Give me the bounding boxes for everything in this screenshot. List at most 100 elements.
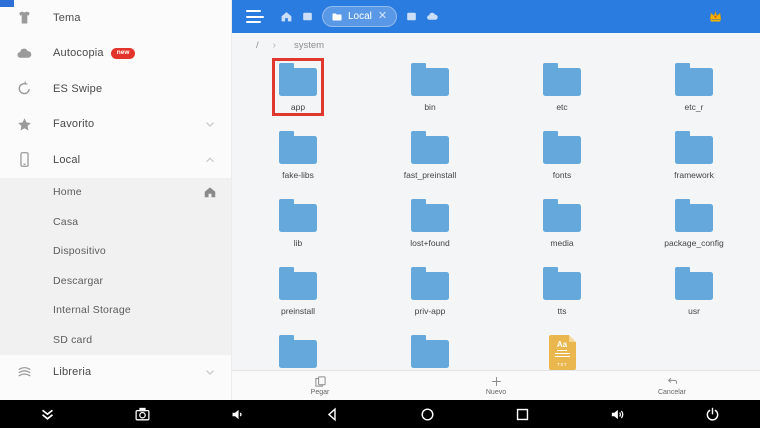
folder-icon <box>279 68 317 96</box>
item-label: framework <box>674 170 714 180</box>
folder-item-etc-r[interactable]: etc_r <box>628 57 760 125</box>
item-body: preinstall <box>272 262 324 320</box>
android-navbar <box>0 400 760 428</box>
folder-icon <box>411 136 449 164</box>
home-circle-icon <box>419 406 436 423</box>
chevron-right-icon: › <box>263 40 290 51</box>
folder-item-lib[interactable]: lib <box>232 193 364 261</box>
folder-item-fast-preinstall[interactable]: fast_preinstall <box>364 125 496 193</box>
menu-icon[interactable] <box>246 10 264 23</box>
window-icon[interactable] <box>301 10 314 23</box>
cancelar-button[interactable]: Cancelar <box>632 375 712 396</box>
folder-item-tts[interactable]: tts <box>496 261 628 329</box>
folder-grid: appbin etc etc_r fake-libs fast_preinstall fo… <box>232 57 760 370</box>
item-label: priv-app <box>415 306 446 316</box>
volume-up-button[interactable] <box>598 402 638 426</box>
sidebar-items: TemaAutocopianew ES Swipe Favorito Local Hom… <box>0 0 231 400</box>
power-button[interactable] <box>693 402 733 426</box>
folder-item-framework[interactable]: framework <box>628 125 760 193</box>
sidebar-item-local[interactable]: Local <box>0 142 231 178</box>
item-label: etc <box>556 102 567 112</box>
folder-item-fake-libs[interactable]: fake-libs <box>232 125 364 193</box>
folder-item[interactable] <box>232 329 364 370</box>
tool-label: Pegar <box>311 389 330 396</box>
swipe-icon <box>16 80 33 97</box>
sidebar-item-es-swipe[interactable]: ES Swipe <box>0 71 231 107</box>
plus-icon <box>490 375 503 388</box>
topbar: Local ✕ <box>232 0 760 33</box>
sidebar-item-autocopia[interactable]: Autocopianew <box>0 36 231 72</box>
folder-item-media[interactable]: media <box>496 193 628 261</box>
item-body: media <box>536 194 588 252</box>
file-ext-label: TXT <box>557 362 567 367</box>
sidebar-item-label: Local <box>53 154 80 166</box>
folder-icon <box>331 11 343 23</box>
breadcrumb-system[interactable]: system <box>290 40 328 51</box>
folder-item-etc[interactable]: etc <box>496 57 628 125</box>
nuevo-button[interactable]: Nuevo <box>456 375 536 396</box>
item-label: fake-libs <box>282 170 314 180</box>
sidebar-item-home[interactable]: Home <box>0 178 231 208</box>
volume-down-button[interactable] <box>218 402 258 426</box>
sidebar-item-tema[interactable]: Tema <box>0 0 231 36</box>
folder-icon <box>279 204 317 232</box>
item-label: tts <box>558 306 567 316</box>
folder-item-fonts[interactable]: fonts <box>496 125 628 193</box>
sidebar-item-label: Favorito <box>53 118 94 130</box>
file-item[interactable]: AaTXT <box>496 329 628 370</box>
folder-icon <box>279 136 317 164</box>
sidebar-item-label: SD card <box>53 334 92 346</box>
item-body: etc <box>536 58 588 116</box>
sidebar-item-internal-storage[interactable]: Internal Storage <box>0 296 231 326</box>
pegar-button[interactable]: Pegar <box>280 375 360 396</box>
txt-file-icon: AaTXT <box>549 335 576 370</box>
home-circle-button[interactable] <box>408 402 448 426</box>
item-body: lib <box>272 194 324 252</box>
cloud-tab-icon[interactable] <box>426 10 439 23</box>
tool-label: Nuevo <box>486 389 506 396</box>
close-tab-icon[interactable]: ✕ <box>377 11 388 22</box>
sidebar-item-favorito[interactable]: Favorito <box>0 107 231 143</box>
sidebar-item-red[interactable]: Red <box>0 390 231 400</box>
item-body: etc_r <box>668 58 720 116</box>
folder-item-usr[interactable]: usr <box>628 261 760 329</box>
sidebar-item-dispositivo[interactable]: Dispositivo <box>0 237 231 267</box>
item-label: preinstall <box>281 306 315 316</box>
folder-item-package-config[interactable]: package_config <box>628 193 760 261</box>
folder-item-bin[interactable]: bin <box>364 57 496 125</box>
item-body: fast_preinstall <box>397 126 463 184</box>
window-icon[interactable] <box>405 10 418 23</box>
item-label: fast_preinstall <box>404 170 456 180</box>
folder-item-lost-found[interactable]: lost+found <box>364 193 496 261</box>
sidebar-item-libreria[interactable]: Libreria <box>0 355 231 391</box>
recents-button[interactable] <box>503 402 543 426</box>
home-tab-icon[interactable] <box>280 10 293 23</box>
camera-button[interactable] <box>123 402 163 426</box>
back-button[interactable] <box>313 402 353 426</box>
folder-item[interactable] <box>364 329 496 370</box>
folder-icon <box>675 68 713 96</box>
collapse-chevrons-button[interactable] <box>28 402 68 426</box>
folder-icon <box>279 340 317 368</box>
breadcrumb-root[interactable]: / <box>252 40 263 51</box>
phone-icon <box>16 151 33 168</box>
sidebar-item-label: Home <box>53 186 82 198</box>
sidebar-item-sd-card[interactable]: SD card <box>0 325 231 355</box>
folder-item-priv-app[interactable]: priv-app <box>364 261 496 329</box>
premium-crown-icon[interactable] <box>707 9 724 24</box>
sidebar-item-descargar[interactable]: Descargar <box>0 266 231 296</box>
folder-icon <box>411 272 449 300</box>
tab-local[interactable]: Local ✕ <box>322 6 397 27</box>
folder-item-app[interactable]: app <box>232 57 364 125</box>
item-body: AaTXT <box>542 330 583 370</box>
folder-item-preinstall[interactable]: preinstall <box>232 261 364 329</box>
sidebar-item-label: ES Swipe <box>53 83 102 95</box>
sidebar-item-label: Autocopia <box>53 47 104 59</box>
file-manager-screen: TemaAutocopianew ES Swipe Favorito Local Hom… <box>0 0 760 428</box>
sidebar-item-casa[interactable]: Casa <box>0 207 231 237</box>
sidebar-item-label: Dispositivo <box>53 245 106 257</box>
item-label: lost+found <box>410 238 449 248</box>
item-body: usr <box>668 262 720 320</box>
item-body: bin <box>404 58 456 116</box>
item-body <box>272 330 324 370</box>
